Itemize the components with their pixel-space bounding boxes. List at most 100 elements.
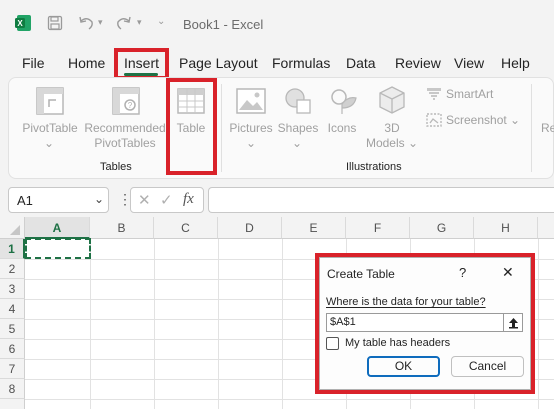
recommended-pivottables-icon: ? [111, 86, 141, 116]
pictures-button[interactable]: Pictures [228, 121, 274, 136]
column-header-a[interactable]: A [25, 217, 90, 239]
column-header-h[interactable]: H [474, 217, 538, 239]
pivottable-dropdown-icon[interactable]: ⌄ [44, 136, 54, 151]
3d-models-label-text: Models [365, 136, 405, 150]
table-highlight-box [166, 78, 217, 175]
redo-dropdown-icon[interactable]: ▾ [137, 17, 142, 28]
pictures-dropdown-icon[interactable]: ⌄ [246, 136, 256, 151]
redo-icon[interactable] [115, 14, 133, 32]
pivottable-button[interactable]: PivotTable [20, 121, 80, 136]
headers-checkbox-label[interactable]: My table has headers [345, 337, 450, 349]
row-header-2[interactable]: 2 [0, 259, 25, 279]
ribbon-separator [221, 84, 222, 172]
column-header-overflow [538, 217, 554, 239]
pivottable-icon [35, 86, 65, 116]
illustrations-group-label: Illustrations [346, 161, 402, 173]
column-header-b[interactable]: B [90, 217, 154, 239]
pictures-icon [236, 88, 266, 114]
insert-function-icon[interactable]: fx [183, 191, 194, 208]
column-header-g[interactable]: G [410, 217, 474, 239]
dialog-help-button[interactable]: ? [459, 265, 466, 280]
insert-highlight-box [114, 48, 169, 80]
3d-models-icon [377, 85, 407, 115]
ribbon-cut-label[interactable]: Re [541, 121, 554, 136]
cancel-button[interactable]: Cancel [451, 356, 524, 377]
name-box[interactable]: A1 ⌄ [8, 187, 109, 213]
menu-review[interactable]: Review [395, 55, 441, 71]
title-bar: X ▾ ▾ ⌄ Book1 - Excel [0, 0, 554, 48]
menu-view[interactable]: View [454, 55, 484, 71]
svg-text:X: X [17, 19, 23, 28]
dialog-close-button[interactable]: ✕ [502, 264, 514, 281]
select-all-corner[interactable] [0, 217, 25, 239]
ribbon-separator-2 [531, 84, 532, 172]
3d-models-label-line2: Models ⌄ [364, 136, 420, 151]
row-header-1[interactable]: 1 [0, 239, 25, 259]
menu-home[interactable]: Home [68, 55, 105, 71]
name-box-dropdown-icon[interactable]: ⌄ [94, 192, 104, 206]
headers-checkbox[interactable] [326, 337, 339, 350]
row-header-4[interactable]: 4 [0, 299, 25, 319]
icons-icon [328, 86, 358, 116]
name-box-value: A1 [17, 193, 33, 208]
create-table-dialog: Create Table ? ✕ Where is the data for y… [319, 257, 531, 390]
row-header-3[interactable]: 3 [0, 279, 25, 299]
shapes-dropdown-icon[interactable]: ⌄ [292, 136, 302, 151]
grid-line [538, 239, 539, 409]
row-header-6[interactable]: 6 [0, 339, 25, 359]
row-header-overflow [0, 399, 25, 409]
excel-icon: X [14, 14, 32, 32]
formula-actions: ✕ ✓ fx [130, 187, 204, 213]
range-input[interactable]: $A$1 [326, 313, 523, 332]
recommended-pivottables-button[interactable]: Recommended PivotTables [82, 121, 168, 151]
grid-line [25, 399, 554, 400]
column-header-f[interactable]: F [346, 217, 410, 239]
shapes-icon [283, 86, 313, 116]
column-header-e[interactable]: E [282, 217, 346, 239]
menu-help[interactable]: Help [501, 55, 530, 71]
grid-line [282, 239, 283, 409]
menu-data[interactable]: Data [346, 55, 376, 71]
icons-button[interactable]: Icons [322, 121, 362, 136]
menu-page-layout[interactable]: Page Layout [179, 55, 258, 71]
collapse-dialog-icon[interactable] [503, 314, 522, 331]
undo-dropdown-icon[interactable]: ▾ [98, 17, 103, 28]
cancel-entry-icon[interactable]: ✕ [138, 191, 151, 209]
cell-a1-selection[interactable] [25, 238, 91, 259]
dialog-question-text: Where is the data for your table? [326, 296, 486, 308]
recommended-label-line1: Recommended [84, 121, 166, 135]
grid-line [218, 239, 219, 409]
tables-group-label: Tables [100, 161, 132, 173]
row-header-5[interactable]: 5 [0, 319, 25, 339]
menu-file[interactable]: File [22, 55, 45, 71]
recommended-label-line2: PivotTables [94, 136, 156, 150]
row-header-7[interactable]: 7 [0, 359, 25, 379]
screenshot-icon [426, 113, 442, 127]
confirm-entry-icon[interactable]: ✓ [160, 191, 173, 209]
customize-toolbar-icon[interactable]: ⌄ [157, 16, 165, 27]
row-header-8[interactable]: 8 [0, 379, 25, 399]
screenshot-dropdown-icon[interactable]: ⌄ [510, 113, 520, 127]
save-icon[interactable] [47, 15, 63, 31]
3d-models-button[interactable]: 3D Models ⌄ [364, 121, 420, 151]
smartart-icon [426, 87, 442, 101]
3d-models-dropdown-icon[interactable]: ⌄ [408, 136, 418, 150]
menu-formulas[interactable]: Formulas [272, 55, 330, 71]
3d-models-label-line1: 3D [384, 121, 400, 135]
column-header-d[interactable]: D [218, 217, 282, 239]
shapes-button[interactable]: Shapes [276, 121, 320, 136]
screenshot-button[interactable]: Screenshot ⌄ [446, 113, 520, 128]
undo-icon[interactable] [77, 14, 95, 32]
dialog-title: Create Table [327, 267, 395, 281]
grid-line [154, 239, 155, 409]
formula-input[interactable] [208, 187, 554, 213]
screenshot-label: Screenshot [446, 113, 507, 127]
column-header-c[interactable]: C [154, 217, 218, 239]
document-title: Book1 - Excel [183, 17, 264, 32]
smartart-button[interactable]: SmartArt [446, 87, 493, 102]
ok-button[interactable]: OK [367, 356, 440, 377]
grid-line [90, 239, 91, 409]
svg-text:?: ? [128, 101, 133, 110]
dialog-question-label: Where is the data for your table? [326, 296, 486, 308]
range-input-value: $A$1 [330, 316, 356, 328]
